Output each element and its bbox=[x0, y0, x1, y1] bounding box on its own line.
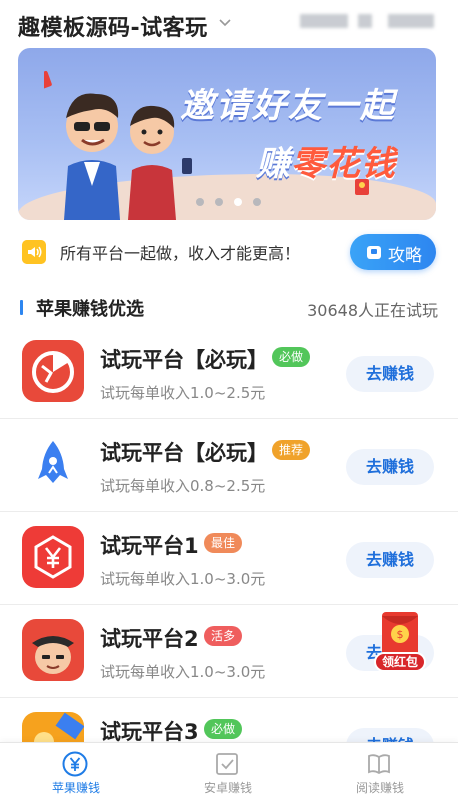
status-badge: 必做 bbox=[204, 719, 243, 739]
app-title: 试玩平台【必玩】 bbox=[100, 348, 268, 372]
app-title[interactable]: 趣模板源码-试客玩 bbox=[18, 10, 208, 42]
app-income: 试玩每单收入1.0~3.0元 bbox=[100, 570, 266, 588]
section-header: 苹果赚钱优选 30648人正在试玩 bbox=[18, 292, 438, 322]
earn-button[interactable]: 去赚钱 bbox=[346, 542, 434, 578]
banner-dot[interactable] bbox=[215, 198, 223, 206]
tab-label: 安卓赚钱 bbox=[203, 781, 252, 795]
pie-chart-icon bbox=[22, 340, 84, 402]
notice-bar: 所有平台一起做，收入才能更高！ 攻略 bbox=[18, 232, 438, 272]
earn-button[interactable]: 去赚钱 bbox=[346, 356, 434, 392]
book-icon bbox=[368, 754, 390, 775]
svg-text:$: $ bbox=[397, 628, 404, 641]
list-item[interactable]: 试玩平台【必玩】 必做 试玩每单收入1.0~2.5元 去赚钱 bbox=[0, 326, 458, 419]
status-badge: 必做 bbox=[272, 347, 311, 367]
promo-banner[interactable]: 邀请好友一起 赚零花钱 bbox=[18, 48, 436, 220]
list-item[interactable]: 试玩平台【必玩】 推荐 试玩每单收入0.8~2.5元 去赚钱 bbox=[0, 419, 458, 512]
banner-subheadline-highlight: 零花钱 bbox=[291, 144, 396, 184]
app-title: 试玩平台2 bbox=[100, 627, 199, 651]
banner-dot[interactable] bbox=[196, 198, 204, 206]
banner-dot[interactable] bbox=[253, 198, 261, 206]
banner-dot-active[interactable] bbox=[234, 198, 242, 206]
players-count: 30648人正在试玩 bbox=[307, 301, 438, 320]
cartoon-friends-illustration bbox=[44, 70, 192, 220]
guide-button[interactable]: 攻略 bbox=[350, 234, 436, 270]
blurred-user-info bbox=[388, 14, 434, 28]
status-badge: 最佳 bbox=[204, 533, 243, 553]
chevron-down-icon[interactable] bbox=[218, 18, 232, 28]
app-income: 试玩每单收入1.0~2.5元 bbox=[100, 384, 266, 402]
app-title: 试玩平台【必玩】 bbox=[100, 441, 268, 465]
red-envelope-icon bbox=[355, 179, 369, 195]
bottom-tab-bar: 苹果赚钱 安卓赚钱 阅读赚钱 bbox=[0, 742, 458, 804]
speaker-icon bbox=[22, 240, 46, 264]
tab-label: 阅读赚钱 bbox=[355, 781, 404, 795]
status-badge: 推荐 bbox=[272, 440, 311, 460]
app-title: 试玩平台1 bbox=[100, 534, 199, 558]
banner-subheadline: 赚零花钱 bbox=[256, 136, 396, 185]
earn-button[interactable]: 去赚钱 bbox=[346, 449, 434, 485]
red-packet-float[interactable]: $ 领红包 bbox=[372, 612, 428, 674]
section-title: 苹果赚钱优选 bbox=[36, 299, 144, 320]
bag-icon bbox=[367, 246, 381, 259]
app-income: 试玩每单收入1.0~3.0元 bbox=[100, 663, 266, 681]
guide-button-label: 攻略 bbox=[388, 246, 422, 266]
yuan-shield-icon bbox=[22, 526, 84, 588]
yuan-circle-icon bbox=[62, 751, 88, 777]
tab-android-earn[interactable]: 安卓赚钱 bbox=[152, 743, 304, 804]
rocket-icon bbox=[22, 433, 84, 495]
red-packet-label: 领红包 bbox=[374, 652, 426, 672]
header: 趣模板源码-试客玩 bbox=[0, 0, 458, 48]
blurred-user-info bbox=[300, 14, 348, 28]
banner-headline: 邀请好友一起 bbox=[180, 86, 396, 126]
banner-pager[interactable] bbox=[196, 198, 261, 206]
list-item[interactable]: 试玩平台1 最佳 试玩每单收入1.0~3.0元 去赚钱 bbox=[0, 512, 458, 605]
banner-subheadline-prefix: 赚 bbox=[256, 144, 291, 184]
status-badge: 活多 bbox=[204, 626, 243, 646]
section-accent-bar bbox=[20, 300, 23, 315]
blurred-user-info bbox=[358, 14, 372, 28]
tab-apple-earn[interactable]: 苹果赚钱 bbox=[0, 743, 152, 804]
check-box-icon bbox=[216, 753, 238, 775]
tab-label: 苹果赚钱 bbox=[51, 781, 100, 795]
notice-text: 所有平台一起做，收入才能更高！ bbox=[60, 244, 301, 263]
app-income: 试玩每单收入0.8~2.5元 bbox=[100, 477, 266, 495]
tab-read-earn[interactable]: 阅读赚钱 bbox=[304, 743, 456, 804]
cartoon-face-icon bbox=[22, 619, 84, 681]
